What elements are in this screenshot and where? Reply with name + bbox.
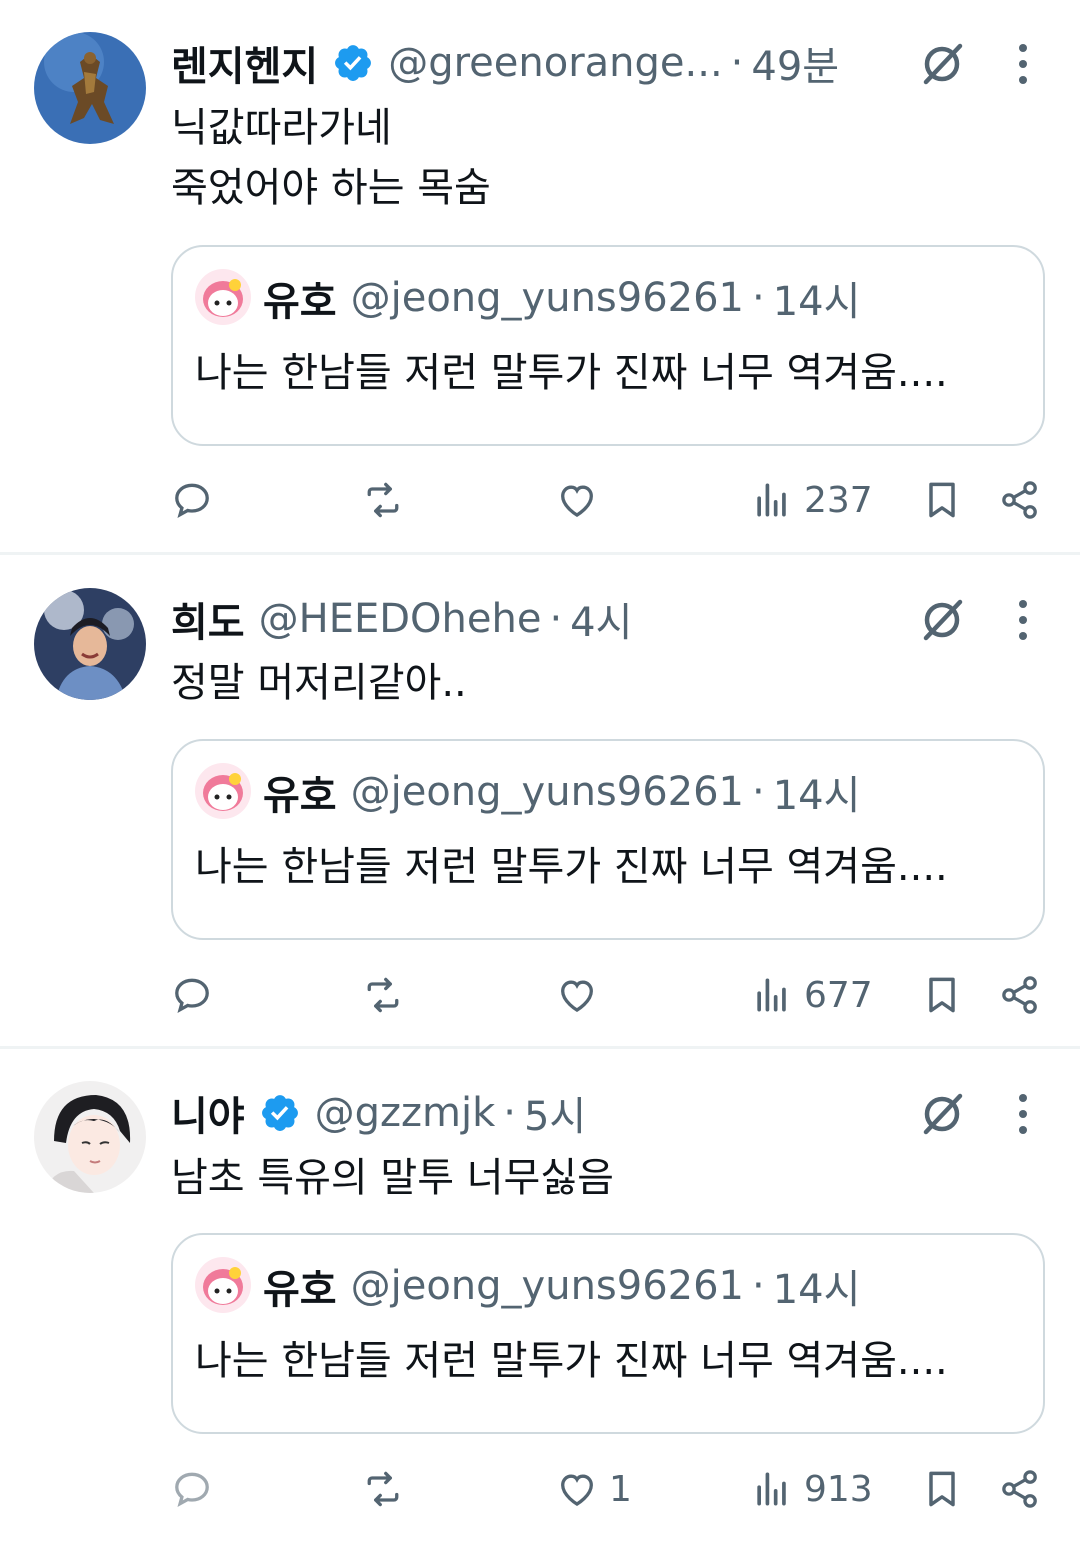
tweet[interactable]: 희도 @HEEDOhehe · 4시 정말 머저리같아.. 유호 @jeong_…	[0, 555, 1080, 1049]
grok-icon[interactable]	[918, 596, 966, 644]
quoted-tweet[interactable]: 유호 @jeong_yuns96261 · 14시 나는 한남들 저런 말투가 …	[171, 739, 1045, 940]
reply-icon	[175, 483, 209, 518]
tweet[interactable]: 니야 @gzzmjk · 5시 남초 특유의 말투 너무싫음 유호 @jeong…	[0, 1049, 1080, 1542]
quoted-avatar	[195, 1257, 251, 1313]
quoted-handle: @jeong_yuns96261	[350, 275, 745, 321]
tweet-text-line: 정말 머저리같아..	[171, 660, 467, 706]
display-name[interactable]: 희도	[171, 590, 245, 648]
views-button[interactable]: 237	[750, 475, 873, 525]
reply-button[interactable]	[170, 475, 214, 525]
verified-badge-icon	[332, 42, 374, 84]
tweet-text-line: 닉값따라가네	[171, 105, 392, 151]
bookmark-icon	[929, 977, 955, 1013]
reply-icon	[175, 1472, 209, 1507]
action-bar: 1 913	[0, 1464, 1080, 1514]
quoted-text: 나는 한남들 저런 말투가 진짜 너무 역겨움....	[195, 844, 948, 890]
reply-button[interactable]	[170, 1464, 214, 1514]
bookmark-icon	[929, 1471, 955, 1507]
retweet-button[interactable]	[361, 475, 405, 525]
handle[interactable]: @HEEDOhehe	[259, 596, 542, 642]
share-button[interactable]	[998, 1464, 1042, 1514]
quoted-avatar	[195, 763, 251, 819]
like-count: 1	[609, 1468, 632, 1510]
like-button[interactable]	[555, 970, 609, 1020]
retweet-icon	[367, 1471, 399, 1507]
quoted-text: 나는 한남들 저런 말투가 진짜 너무 역겨움....	[195, 350, 948, 396]
bookmark-icon	[929, 482, 955, 518]
more-icon[interactable]	[1008, 596, 1038, 644]
separator-dot: ·	[503, 1090, 516, 1136]
views-button[interactable]: 677	[750, 970, 873, 1020]
share-button[interactable]	[998, 475, 1042, 525]
separator-dot: ·	[549, 596, 563, 642]
like-button[interactable]	[555, 475, 609, 525]
retweet-icon	[367, 977, 399, 1013]
quoted-handle: @jeong_yuns96261	[350, 769, 745, 815]
retweet-button[interactable]	[361, 970, 405, 1020]
tweet-text-line: 죽었어야 하는 목숨	[171, 165, 491, 211]
quoted-display-name: 유호	[263, 1267, 337, 1313]
view-count: 913	[804, 1468, 873, 1510]
handle[interactable]: @greenorange...	[388, 40, 722, 86]
verified-badge-icon	[259, 1092, 301, 1134]
more-icon[interactable]	[1008, 1090, 1038, 1138]
view-count: 677	[804, 974, 873, 1016]
retweet-button[interactable]	[361, 1464, 405, 1514]
quoted-display-name: 유호	[263, 773, 337, 819]
avatar[interactable]	[34, 1081, 146, 1193]
tweet[interactable]: 렌지헨지 @greenorange... · 49분 닉값따라가네 죽었어야 하…	[0, 0, 1080, 555]
grok-icon[interactable]	[918, 40, 966, 88]
separator-dot: ·	[752, 769, 765, 815]
timestamp[interactable]: 49분	[751, 34, 839, 92]
share-icon	[1002, 976, 1037, 1014]
quoted-timestamp: 14시	[772, 279, 861, 325]
retweet-icon	[367, 482, 399, 518]
quoted-tweet[interactable]: 유호 @jeong_yuns96261 · 14시 나는 한남들 저런 말투가 …	[171, 245, 1045, 446]
avatar[interactable]	[34, 32, 146, 144]
quoted-text: 나는 한남들 저런 말투가 진짜 너무 역겨움....	[195, 1338, 948, 1384]
display-name[interactable]: 니야	[171, 1084, 245, 1142]
action-bar: 237	[0, 475, 1080, 525]
views-icon	[757, 483, 786, 517]
reply-button[interactable]	[170, 970, 214, 1020]
reply-icon	[175, 978, 209, 1013]
quoted-timestamp: 14시	[772, 1267, 861, 1313]
separator-dot: ·	[730, 40, 744, 86]
like-icon	[561, 1474, 593, 1506]
grok-icon[interactable]	[918, 1090, 966, 1138]
like-icon	[561, 980, 593, 1012]
action-bar: 677	[0, 970, 1080, 1020]
more-icon[interactable]	[1008, 40, 1038, 88]
quoted-avatar	[195, 269, 251, 325]
quoted-tweet[interactable]: 유호 @jeong_yuns96261 · 14시 나는 한남들 저런 말투가 …	[171, 1233, 1045, 1434]
timestamp[interactable]: 5시	[524, 1084, 586, 1142]
quoted-display-name: 유호	[263, 279, 337, 325]
views-icon	[757, 978, 786, 1012]
like-icon	[561, 485, 593, 517]
bookmark-button[interactable]	[920, 1464, 964, 1514]
share-button[interactable]	[998, 970, 1042, 1020]
share-icon	[1002, 481, 1037, 519]
separator-dot: ·	[752, 1263, 765, 1309]
like-button[interactable]: 1	[555, 1464, 632, 1514]
views-icon	[757, 1472, 786, 1506]
timestamp[interactable]: 4시	[570, 590, 632, 648]
avatar[interactable]	[34, 588, 146, 700]
quoted-timestamp: 14시	[772, 773, 861, 819]
share-icon	[1002, 1470, 1037, 1508]
tweet-text-line: 남초 특유의 말투 너무싫음	[171, 1155, 614, 1201]
separator-dot: ·	[752, 275, 765, 321]
views-button[interactable]: 913	[750, 1464, 873, 1514]
display-name[interactable]: 렌지헨지	[171, 34, 318, 92]
handle[interactable]: @gzzmjk	[315, 1090, 496, 1136]
view-count: 237	[804, 479, 873, 521]
bookmark-button[interactable]	[920, 970, 964, 1020]
quoted-handle: @jeong_yuns96261	[350, 1263, 745, 1309]
bookmark-button[interactable]	[920, 475, 964, 525]
